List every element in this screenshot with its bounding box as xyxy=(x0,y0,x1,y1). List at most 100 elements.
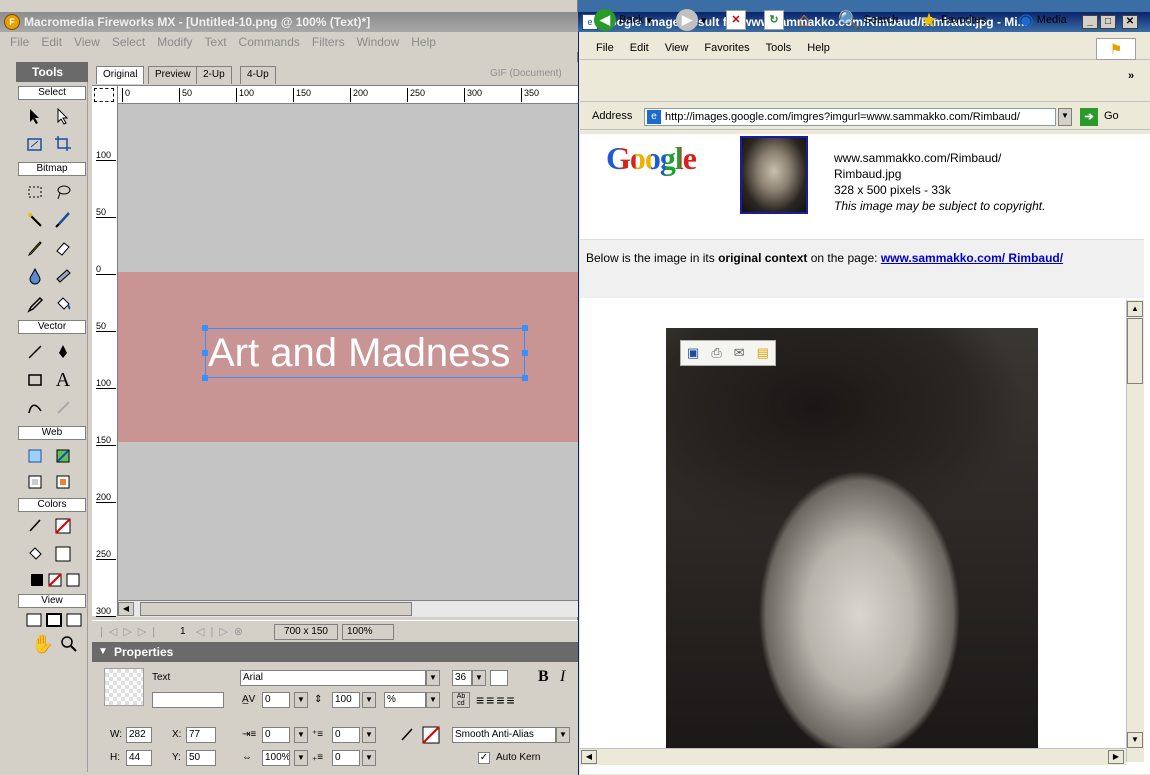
height-field[interactable]: 44 xyxy=(126,750,152,766)
paint-bucket-icon[interactable] xyxy=(50,292,76,316)
font-size-field[interactable]: 36 xyxy=(452,670,472,686)
address-dropdown-icon[interactable]: ▼ xyxy=(1058,108,1072,126)
lasso-tool-icon[interactable] xyxy=(50,180,76,204)
scroll-left-arrow-icon[interactable]: ◀ xyxy=(118,602,134,616)
auto-kern-checkbox[interactable]: ✓ xyxy=(478,752,490,764)
size-dropdown-arrow-icon[interactable]: ▼ xyxy=(472,670,486,686)
show-slices-icon[interactable] xyxy=(50,470,76,494)
properties-panel-title[interactable]: Properties xyxy=(92,642,578,662)
media-button[interactable]: ◉ Media xyxy=(1018,8,1067,32)
eraser-tool-icon[interactable] xyxy=(50,236,76,260)
scroll-thumb[interactable] xyxy=(140,602,412,616)
space-after-field[interactable]: 0 xyxy=(332,750,360,766)
italic-button[interactable]: I xyxy=(560,668,565,686)
menu-commands[interactable]: Commands xyxy=(233,32,306,52)
canvas-text[interactable]: Art and Madness xyxy=(208,330,526,376)
back-button[interactable]: ◀ Back ▾ xyxy=(594,8,652,32)
hotspot-tool-icon[interactable] xyxy=(22,444,48,468)
crop-tool-icon[interactable] xyxy=(50,132,76,156)
pen-tool-icon[interactable] xyxy=(50,340,76,364)
maximize-button[interactable]: □ xyxy=(1100,15,1116,29)
menu-edit[interactable]: Edit xyxy=(35,32,68,52)
save-icon[interactable]: ▣ xyxy=(687,345,699,361)
address-field[interactable]: http://images.google.com/imgres?imgurl=w… xyxy=(644,108,1056,126)
width-field[interactable]: 282 xyxy=(126,727,152,743)
knife-tool-icon[interactable] xyxy=(50,396,76,420)
blur-tool-icon[interactable] xyxy=(22,264,48,288)
marquee-tool-icon[interactable] xyxy=(22,180,48,204)
menu-text[interactable]: Text xyxy=(199,32,233,52)
kerning-dropdown-icon[interactable]: ▼ xyxy=(294,692,308,708)
fill-color-swatch[interactable] xyxy=(50,542,76,566)
ie-menu-file[interactable]: File xyxy=(588,36,622,60)
toolbar-overflow-icon[interactable]: » xyxy=(1128,70,1134,82)
x-field[interactable]: 77 xyxy=(186,727,216,743)
bold-button[interactable]: B xyxy=(538,668,549,686)
pointer-tool-icon[interactable] xyxy=(22,104,48,128)
go-arrow-icon[interactable]: ➔ xyxy=(1080,108,1098,126)
y-field[interactable]: 50 xyxy=(186,750,216,766)
tab-4-up[interactable]: 4-Up xyxy=(240,66,276,84)
menu-help[interactable]: Help xyxy=(405,32,442,52)
magic-wand-icon[interactable] xyxy=(22,208,48,232)
indent-dropdown-icon[interactable]: ▼ xyxy=(294,727,308,743)
alignment-buttons-icons[interactable]: ≡≡≡≡ xyxy=(476,692,572,708)
horizontal-scale-field[interactable]: 100% xyxy=(262,750,290,766)
print-icon[interactable]: ⎙ xyxy=(711,345,721,361)
minimize-button[interactable]: _ xyxy=(1082,15,1098,29)
leading-unit-field[interactable]: % xyxy=(384,692,426,708)
tab-preview[interactable]: Preview xyxy=(148,66,198,84)
browser-horizontal-scrollbar[interactable] xyxy=(580,748,1126,765)
hide-slices-icon[interactable] xyxy=(22,470,48,494)
ie-menu-tools[interactable]: Tools xyxy=(758,36,800,60)
forward-button[interactable]: ▶ ▾ xyxy=(676,8,707,32)
stroke-color-swatch[interactable] xyxy=(50,514,76,538)
stroke-pencil-icon[interactable] xyxy=(398,726,416,744)
view-mode-icons[interactable] xyxy=(22,608,88,632)
go-button[interactable]: Go xyxy=(1104,110,1119,122)
object-name-field[interactable] xyxy=(152,692,224,708)
home-button[interactable]: ⌂ xyxy=(798,8,810,32)
menu-filters[interactable]: Filters xyxy=(306,32,351,52)
playback-controls-icons[interactable]: ◁|▷⊗ xyxy=(196,625,249,638)
google-logo[interactable]: Google xyxy=(606,140,697,177)
horizontal-text-icon[interactable]: Ab cd xyxy=(452,692,470,708)
line-tool-icon[interactable] xyxy=(22,340,48,364)
favorites-button[interactable]: ★ Favorites xyxy=(920,8,986,32)
stroke-color-swatch-props[interactable] xyxy=(422,726,440,744)
space-before-dropdown-icon[interactable]: ▼ xyxy=(362,727,376,743)
text-tool-icon[interactable]: A xyxy=(50,368,76,392)
anti-alias-dropdown[interactable]: Smooth Anti-Alias xyxy=(452,727,556,743)
scroll-down-arrow-icon[interactable]: ▼ xyxy=(1127,732,1143,748)
hand-tool-icon[interactable]: ✋ xyxy=(30,632,56,656)
scroll-up-arrow-icon[interactable]: ▲ xyxy=(1127,301,1143,317)
zoom-tool-icon[interactable] xyxy=(56,632,82,656)
fill-color-icon[interactable] xyxy=(22,542,48,566)
eyedropper-icon[interactable] xyxy=(22,292,48,316)
refresh-button[interactable]: ↻ xyxy=(764,8,784,32)
horizontal-scale-dropdown-icon[interactable]: ▼ xyxy=(294,750,308,766)
freeform-tool-icon[interactable] xyxy=(22,396,48,420)
font-family-field[interactable]: Arial xyxy=(240,670,426,686)
vertical-scroll-thumb[interactable] xyxy=(1127,318,1143,384)
search-button[interactable]: 🔍 Search xyxy=(838,8,898,32)
text-color-swatch[interactable] xyxy=(490,670,508,686)
space-after-dropdown-icon[interactable]: ▼ xyxy=(362,750,376,766)
subselect-tool-icon[interactable] xyxy=(50,104,76,128)
rimbaud-photo[interactable] xyxy=(666,328,1038,762)
ie-menu-edit[interactable]: Edit xyxy=(622,36,657,60)
zoom-dropdown[interactable]: 100% xyxy=(342,624,394,640)
anti-alias-dropdown-icon[interactable]: ▼ xyxy=(556,727,570,743)
menu-window[interactable]: Window xyxy=(351,32,406,52)
close-button[interactable]: ✕ xyxy=(1122,15,1138,29)
menu-modify[interactable]: Modify xyxy=(151,32,198,52)
tab-original[interactable]: Original xyxy=(96,66,145,84)
my-pictures-icon[interactable]: ▤ xyxy=(757,345,769,361)
scroll-right-arrow-icon[interactable]: ▶ xyxy=(1108,750,1124,764)
stroke-color-icon[interactable] xyxy=(22,514,48,538)
email-icon[interactable]: ✉ xyxy=(734,345,745,361)
ie-menu-favorites[interactable]: Favorites xyxy=(696,36,757,60)
menu-file[interactable]: File xyxy=(4,32,35,52)
menu-view[interactable]: View xyxy=(68,32,106,52)
font-dropdown-arrow-icon[interactable]: ▼ xyxy=(426,670,440,686)
